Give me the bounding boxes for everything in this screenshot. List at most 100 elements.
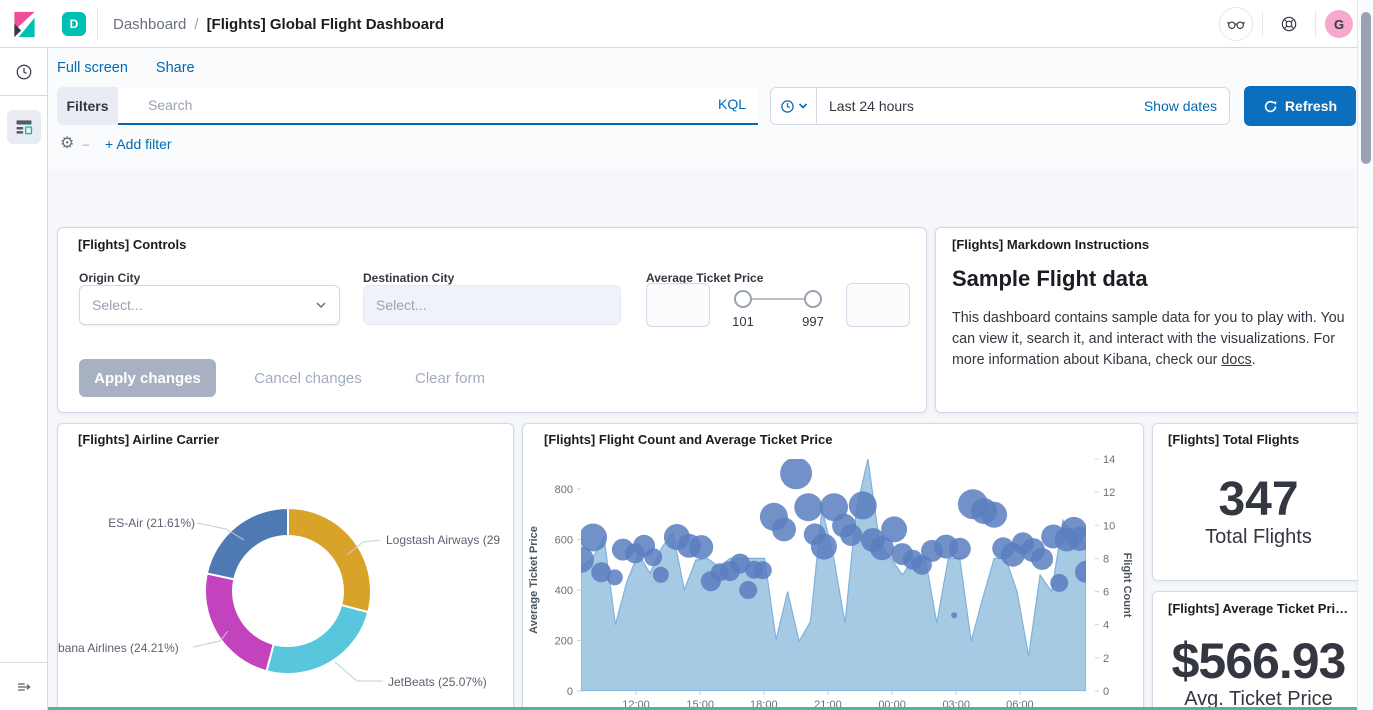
price-bubble[interactable] [1050,574,1068,592]
price-bubble[interactable] [951,612,957,618]
price-bubble[interactable] [579,524,607,552]
vertical-scrollbar[interactable] [1357,0,1373,710]
flight-count-chart[interactable]: 12:0015:0018:0021:0000:0003:0006:0002004… [523,424,1144,710]
markdown-body: This dashboard contains sample data for … [952,308,1346,371]
price-range-slider[interactable] [743,298,813,300]
sidebar-item-dashboard[interactable] [7,110,41,144]
expand-nav-icon [15,678,33,696]
price-slider-max-handle[interactable] [804,290,822,308]
price-bubble[interactable] [607,569,623,585]
chevron-down-icon [798,101,808,111]
destination-city-select[interactable]: Select... [363,285,621,325]
header-divider [1315,11,1316,37]
donut-slice-es-air[interactable] [207,508,288,579]
avg-ticket-price-value: $566.93 [1153,632,1364,690]
price-bubble[interactable] [849,491,877,519]
header-divider [1262,11,1263,37]
price-bubble[interactable] [981,502,1007,528]
price-bubble[interactable] [1068,527,1092,551]
kibana-logo-icon [11,11,38,38]
price-bubble[interactable] [644,548,662,566]
filter-bar: ⚙ – + Add filter [60,136,172,152]
right-y-tick-label: 14 [1103,454,1115,466]
panel-airline-carrier: [Flights] Airline Carrier ES-Air (21.61%… [57,423,514,710]
price-bubble[interactable] [881,516,907,542]
price-bubble[interactable] [754,561,772,579]
right-axis-title: Flight Count [1121,515,1133,655]
right-y-tick-label: 4 [1103,620,1109,632]
price-min-input[interactable] [646,283,710,327]
docs-link[interactable]: docs [1221,352,1251,368]
price-bubble[interactable] [1075,561,1097,583]
price-bubble[interactable] [772,517,796,541]
price-bubble[interactable] [1031,548,1053,570]
donut-label-kibana-airlines: bana Airlines (24.21%) [58,641,179,655]
header-divider [97,8,98,40]
filters-menu-button[interactable]: Filters [57,87,118,125]
vertical-scrollbar-thumb[interactable] [1361,12,1371,164]
donut-slice-logstash-airways[interactable] [288,508,371,612]
price-max-input[interactable] [846,283,910,327]
price-bubble[interactable] [739,581,757,599]
breadcrumb: Dashboard / [Flights] Global Flight Dash… [113,0,444,48]
total-flights-value: 347 [1153,472,1364,527]
refresh-icon [1263,99,1278,114]
add-filter-link[interactable]: + Add filter [105,136,172,152]
gear-icon[interactable]: ⚙ [60,136,74,152]
collapse-nav-button[interactable] [0,662,48,710]
refresh-button[interactable]: Refresh [1244,86,1356,126]
panel-controls: [Flights] Controls Origin City Select...… [57,227,927,413]
price-slider-min-handle[interactable] [734,290,752,308]
right-y-tick-label: 8 [1103,553,1109,565]
help-button[interactable] [1272,7,1306,41]
destination-city-placeholder: Select... [376,297,427,313]
price-bubble[interactable] [689,535,713,559]
full-screen-link[interactable]: Full screen [57,60,128,76]
donut-slice-kibana-airlines[interactable] [205,573,274,671]
origin-city-select[interactable]: Select... [79,285,340,325]
show-dates-button[interactable]: Show dates [1144,98,1229,114]
price-slider-max-value: 997 [793,314,833,329]
inspect-glasses-button[interactable] [1219,7,1253,41]
price-bubble[interactable] [840,524,862,546]
breadcrumb-separator: / [194,16,198,33]
price-bubble[interactable] [653,567,669,583]
origin-city-placeholder: Select... [92,297,143,313]
glasses-icon [1226,14,1246,34]
panel-total-flights: [Flights] Total Flights 347 Total Flight… [1152,423,1365,581]
share-link[interactable]: Share [156,60,195,76]
cancel-changes-button[interactable]: Cancel changes [248,359,368,397]
left-y-tick-label: 600 [555,535,573,547]
price-bubble[interactable] [780,457,812,489]
chevron-down-icon [315,299,327,311]
kibana-logo[interactable] [0,0,48,48]
time-range-value[interactable]: Last 24 hours [817,98,1144,114]
user-avatar[interactable]: G [1325,10,1353,38]
right-y-tick-label: 12 [1103,487,1115,499]
clear-form-button[interactable]: Clear form [410,359,490,397]
price-bubble[interactable] [811,534,837,560]
breadcrumb-current-page: [Flights] Global Flight Dashboard [207,16,445,33]
left-axis-title: Average Ticket Price [528,505,540,655]
panel-markdown-instructions: [Flights] Markdown Instructions Sample F… [935,227,1365,413]
refresh-label: Refresh [1285,98,1337,114]
search-input[interactable] [118,87,758,123]
dashboard-main: Full screen Share Filters KQL Last 24 ho… [48,48,1373,710]
dashboard-app-icon [14,117,34,137]
query-bar: Filters KQL Last 24 hours Show dates [57,87,1365,125]
left-sidebar [0,48,48,710]
panel-title: [Flights] Airline Carrier [78,432,219,447]
apply-changes-button[interactable]: Apply changes [79,359,216,397]
filter-bar-dash: – [82,137,89,151]
donut-slice-jetbeats[interactable] [266,605,368,674]
price-bubble[interactable] [794,493,822,521]
airline-donut-chart[interactable] [58,424,514,710]
recently-viewed-button[interactable] [0,48,48,96]
space-badge[interactable]: D [62,12,86,36]
kql-syntax-button[interactable]: KQL [718,96,746,112]
price-bubble[interactable] [949,538,971,560]
left-y-tick-label: 400 [555,585,573,597]
breadcrumb-dashboard[interactable]: Dashboard [113,16,186,33]
panel-title: [Flights] Total Flights [1168,432,1354,447]
time-quick-select-button[interactable] [771,88,817,124]
